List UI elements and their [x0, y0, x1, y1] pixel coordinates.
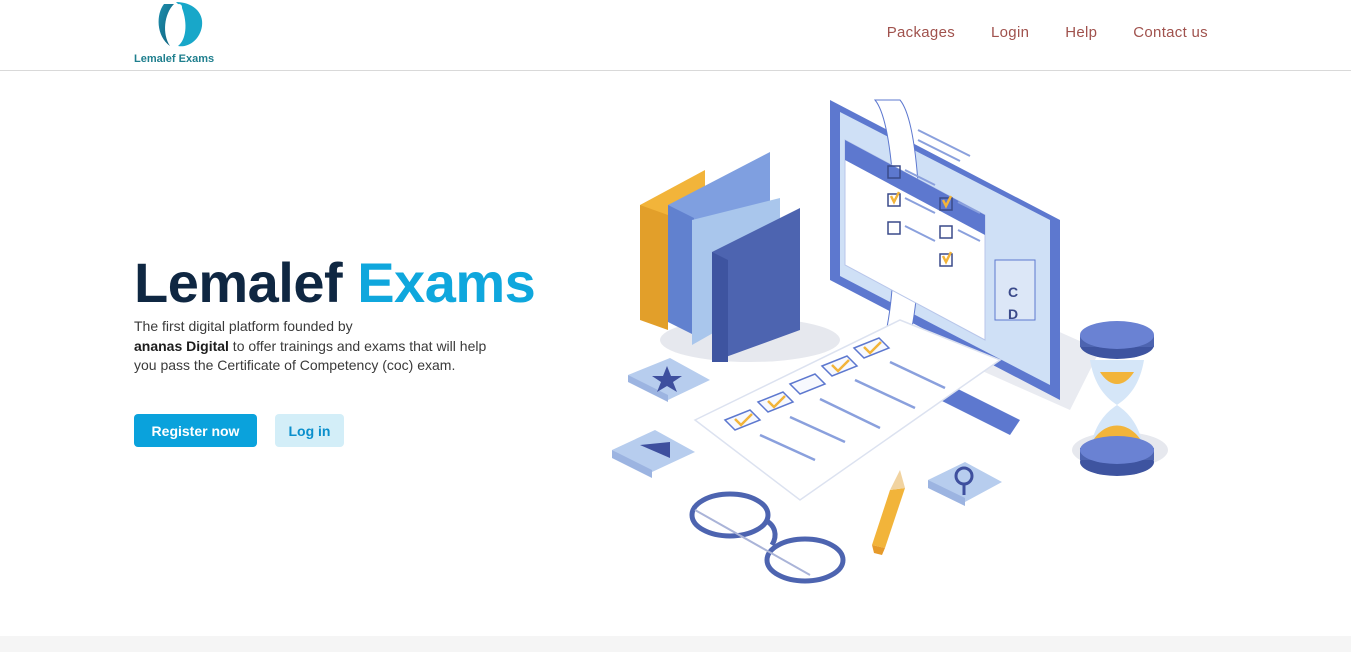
answer-letter-d: D — [1008, 306, 1018, 322]
logo-mark-icon — [158, 2, 203, 47]
nav-packages-link[interactable]: Packages — [887, 24, 955, 41]
nav-login-link[interactable]: Login — [991, 24, 1029, 41]
top-navigation-bar: Lemalef Exams Packages Login Help Contac… — [0, 0, 1351, 71]
star-tile-icon — [628, 358, 710, 402]
hero-desc-line1: The first digital platform founded by — [134, 318, 353, 334]
exam-illustration: C D — [612, 99, 1168, 584]
register-now-button[interactable]: Register now — [134, 414, 257, 447]
hero-desc-brand: ananas Digital — [134, 337, 229, 354]
pencil-icon — [872, 470, 905, 555]
main-nav: Packages Login Help Contact us — [887, 24, 1208, 41]
play-tile-icon — [612, 430, 695, 478]
hero-description: The first digital platform founded by an… — [134, 317, 494, 376]
footer-band — [0, 636, 1351, 652]
site-logo[interactable]: Lemalef Exams — [130, 0, 230, 70]
logo-text: Lemalef Exams — [134, 53, 215, 65]
books-icon — [640, 152, 800, 362]
hero-title-accent: Exams — [357, 251, 536, 314]
hero-title: Lemalef Exams — [134, 250, 536, 315]
nav-help-link[interactable]: Help — [1065, 24, 1097, 41]
hero-title-main: Lemalef — [134, 251, 343, 314]
login-button[interactable]: Log in — [275, 414, 344, 447]
answer-letter-c: C — [1008, 284, 1018, 300]
search-tile-icon — [928, 462, 1002, 506]
glasses-icon — [689, 491, 846, 584]
nav-contact-link[interactable]: Contact us — [1133, 24, 1208, 41]
hourglass-icon — [1080, 321, 1154, 476]
